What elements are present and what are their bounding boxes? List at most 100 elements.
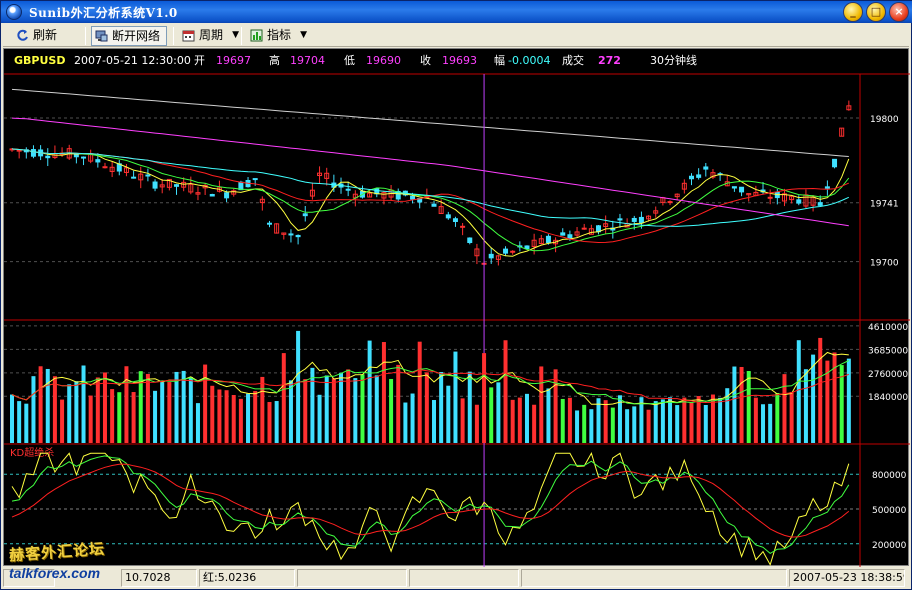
low-value: 19690 [366, 54, 401, 67]
volume-bar [74, 381, 79, 443]
candlestick [445, 214, 451, 219]
volume-bar [124, 366, 129, 443]
status-datetime: 2007-05-23 18:38:59 [789, 569, 905, 587]
refresh-button[interactable]: 刷新 [13, 26, 67, 46]
candlestick [817, 202, 823, 206]
volume-bar [603, 400, 608, 443]
candlestick [209, 193, 215, 197]
candlestick [81, 156, 87, 159]
candlestick [410, 195, 416, 200]
volume-bar [310, 367, 315, 443]
chart-canvas[interactable]: 19800 19741 19700 4610000 3685000 2760000 1840… [4, 49, 910, 567]
network-icon [95, 30, 108, 42]
candlestick [510, 250, 516, 253]
maximize-button[interactable]: □ [866, 2, 886, 22]
chevron-down-icon: ▼ [300, 30, 307, 40]
candlestick [174, 184, 180, 187]
disconnect-network-button[interactable]: 断开网络 [91, 26, 167, 46]
volume-bar [582, 404, 587, 443]
candlestick [524, 245, 530, 250]
volume-bar [374, 375, 379, 443]
title-bar[interactable]: Sunib外汇分析系统V1.0 _ □ × [1, 1, 912, 23]
volume-bar [38, 366, 43, 443]
minimize-button[interactable]: _ [843, 2, 863, 22]
period-label: 周期 [199, 28, 224, 42]
quote-datetime: 2007-05-21 12:30:00 [74, 54, 191, 67]
candlestick [345, 188, 351, 191]
disconnect-network-label: 断开网络 [112, 29, 161, 43]
candlestick [731, 186, 737, 189]
symbol-label: GBPUSD [14, 54, 66, 67]
volume-bar [274, 401, 279, 443]
candlestick [617, 218, 623, 221]
volume-bar [396, 364, 401, 443]
volume-bar [303, 379, 308, 443]
volume-bar [339, 372, 344, 443]
volume-bar [360, 374, 365, 443]
quote-info-bar: GBPUSD 2007-05-21 12:30:00 开 19697 高 197… [4, 49, 910, 75]
chart-area[interactable]: 19800 19741 19700 4610000 3685000 2760000 1840… [3, 48, 910, 567]
volume-bar [160, 382, 165, 443]
toolbar: 刷新 断开网络 周期 ▼ 指标 ▼ [3, 25, 909, 47]
volume-value: 272 [598, 54, 621, 67]
volume-bar [253, 391, 258, 443]
volume-bar [467, 371, 472, 443]
volume-bar [267, 402, 272, 443]
candlestick [145, 174, 151, 177]
volume-bar [653, 401, 658, 443]
refresh-icon [17, 29, 28, 41]
candlestick [30, 149, 36, 157]
volume-bar [625, 409, 630, 443]
volume-bar [746, 370, 751, 443]
volume-bar [782, 374, 787, 443]
volume-bar [31, 376, 36, 443]
volume-bar [789, 391, 794, 443]
volume-bar [410, 393, 415, 443]
volume-bar [803, 369, 808, 443]
candlestick [824, 186, 830, 189]
close-button[interactable]: × [889, 2, 909, 22]
candlestick [302, 213, 308, 217]
volume-bar [546, 388, 551, 443]
price-ma-white-line [11, 88, 849, 157]
volume-bar [389, 378, 394, 443]
volume-bar [403, 402, 408, 443]
volume-bar [560, 398, 565, 443]
volume-bar [646, 409, 651, 443]
volume-bar [145, 373, 150, 443]
volume-bar [596, 398, 601, 443]
volume-bar [260, 376, 265, 443]
volume-bar [181, 370, 186, 443]
volume-bar [95, 377, 100, 443]
volume-bar [446, 385, 451, 443]
price-tick-label: 19741 [870, 200, 899, 210]
volume-bar [439, 372, 444, 443]
volume-bar [67, 384, 72, 443]
indicator-dropdown[interactable]: 指标 ▼ [247, 26, 307, 46]
candlestick [638, 216, 644, 224]
toolbar-separator [173, 27, 174, 45]
volume-bar [496, 382, 501, 443]
candlestick [545, 235, 551, 244]
volume-bar [524, 393, 529, 443]
volume-bar [503, 340, 508, 443]
volume-bar [174, 371, 179, 443]
volume-bar [317, 394, 322, 443]
volume-bar [288, 380, 293, 443]
volume-bar [353, 378, 358, 443]
candlestick [266, 222, 272, 225]
volume-bar [131, 392, 136, 443]
volume-bar [110, 389, 115, 443]
volume-bar [153, 390, 158, 443]
price-tick-label: 19800 [870, 115, 899, 125]
volume-bar [324, 375, 329, 443]
volume-bar [818, 337, 823, 443]
candlestick [252, 178, 258, 181]
status-value-1: 10.7028 [121, 569, 197, 587]
period-dropdown[interactable]: 周期 ▼ [179, 26, 239, 46]
volume-bar [753, 397, 758, 443]
candlestick [767, 196, 773, 199]
volume-bar [81, 365, 86, 443]
volume-bar [846, 358, 851, 443]
candlestick [703, 166, 709, 170]
